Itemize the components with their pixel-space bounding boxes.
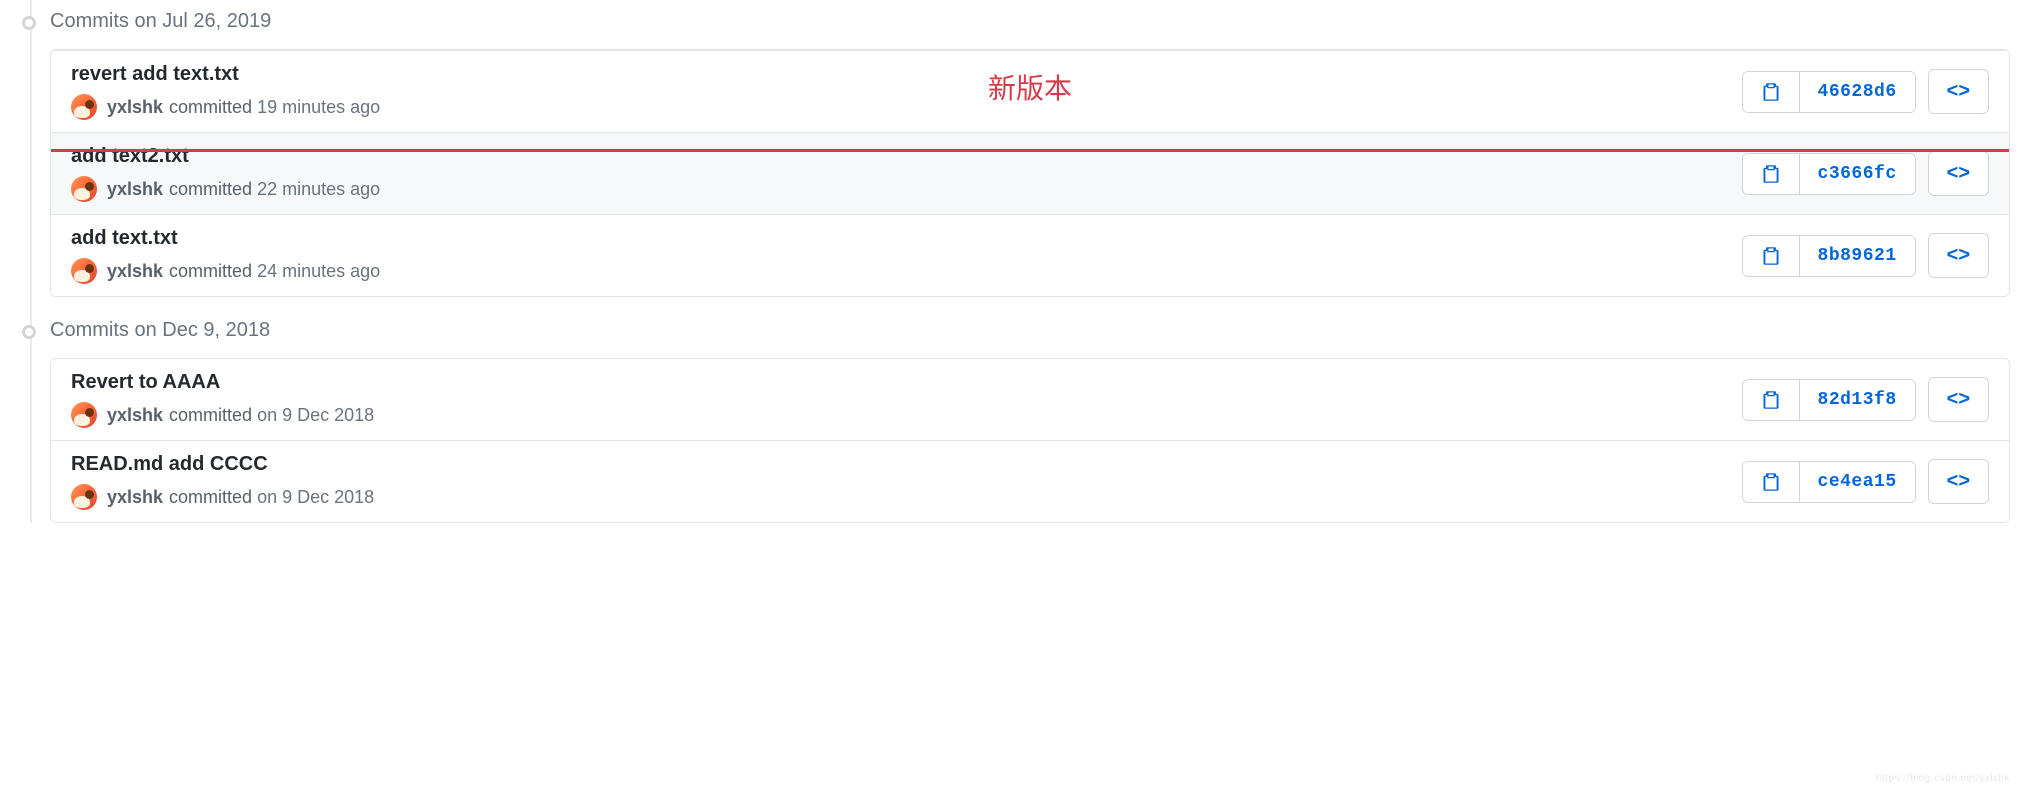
sha-text: c3666fc <box>1818 164 1897 184</box>
commit-item: 新版本 revert add text.txt yxlshk committed… <box>51 50 2009 132</box>
sha-text: 46628d6 <box>1818 82 1897 102</box>
timeline-line <box>30 0 32 523</box>
browse-code-button[interactable]: <> <box>1928 233 1989 278</box>
avatar[interactable] <box>71 402 97 428</box>
commit-item: READ.md add CCCC yxlshk committed on 9 D… <box>51 440 2009 522</box>
copy-sha-button[interactable] <box>1743 236 1799 276</box>
clipboard-icon <box>1761 472 1781 492</box>
commit-time: on 9 Dec 2018 <box>257 487 374 508</box>
commit-info: Revert to AAAA yxlshk committed on 9 Dec… <box>71 371 1742 428</box>
commit-title-link[interactable]: revert add text.txt <box>71 63 1742 86</box>
sha-link[interactable]: ce4ea15 <box>1799 462 1915 502</box>
clipboard-icon <box>1761 246 1781 266</box>
sha-button-group: 8b89621 <box>1742 235 1916 277</box>
timeline-dot-icon <box>22 16 36 30</box>
commit-title-link[interactable]: add text.txt <box>71 227 1742 250</box>
sha-link[interactable]: 82d13f8 <box>1799 380 1915 420</box>
commit-group: Commits on Jul 26, 2019 新版本 revert add t… <box>50 0 2010 297</box>
sha-link[interactable]: 8b89621 <box>1799 236 1915 276</box>
commit-meta: yxlshk committed 19 minutes ago <box>71 94 1742 120</box>
clipboard-icon <box>1761 164 1781 184</box>
commit-author-link[interactable]: yxlshk <box>107 487 163 508</box>
commit-group-date: Commits on Jul 26, 2019 <box>50 10 271 32</box>
commit-list: 新版本 revert add text.txt yxlshk committed… <box>50 49 2010 297</box>
commit-time: 19 minutes ago <box>257 97 380 118</box>
sha-button-group: c3666fc <box>1742 153 1916 195</box>
commit-item: add text.txt yxlshk committed 24 minutes… <box>51 214 2009 296</box>
sha-text: 82d13f8 <box>1818 390 1897 410</box>
commit-time: 22 minutes ago <box>257 179 380 200</box>
sha-text: 8b89621 <box>1818 246 1897 266</box>
commit-actions: 46628d6 <> <box>1742 69 1989 114</box>
copy-sha-button[interactable] <box>1743 462 1799 502</box>
copy-sha-button[interactable] <box>1743 154 1799 194</box>
commit-meta: yxlshk committed on 9 Dec 2018 <box>71 402 1742 428</box>
commit-meta: yxlshk committed 22 minutes ago <box>71 176 1742 202</box>
watermark-text: https://blog.csdn.net/yxlshk <box>1876 773 2010 784</box>
committed-label: committed <box>169 179 252 200</box>
commit-actions: c3666fc <> <box>1742 151 1989 196</box>
sha-text: ce4ea15 <box>1818 472 1897 492</box>
commit-author-link[interactable]: yxlshk <box>107 97 163 118</box>
commit-info: add text2.txt yxlshk committed 22 minute… <box>71 145 1742 202</box>
commit-group: Commits on Dec 9, 2018 Revert to AAAA yx… <box>50 309 2010 523</box>
browse-code-button[interactable]: <> <box>1928 151 1989 196</box>
avatar[interactable] <box>71 258 97 284</box>
commit-title-link[interactable]: Revert to AAAA <box>71 371 1742 394</box>
commit-group-header: Commits on Jul 26, 2019 <box>50 0 2010 49</box>
code-icon: <> <box>1947 244 1970 267</box>
commit-info: READ.md add CCCC yxlshk committed on 9 D… <box>71 453 1742 510</box>
commit-timeline: Commits on Jul 26, 2019 新版本 revert add t… <box>10 0 2010 523</box>
commit-info: revert add text.txt yxlshk committed 19 … <box>71 63 1742 120</box>
commit-item: add text2.txt yxlshk committed 22 minute… <box>51 132 2009 214</box>
browse-code-button[interactable]: <> <box>1928 377 1989 422</box>
commit-group-date: Commits on Dec 9, 2018 <box>50 319 270 341</box>
avatar[interactable] <box>71 94 97 120</box>
committed-label: committed <box>169 261 252 282</box>
sha-button-group: 46628d6 <box>1742 71 1916 113</box>
commit-title-link[interactable]: READ.md add CCCC <box>71 453 1742 476</box>
clipboard-icon <box>1761 82 1781 102</box>
commit-group-header: Commits on Dec 9, 2018 <box>50 309 2010 358</box>
sha-button-group: ce4ea15 <box>1742 461 1916 503</box>
commit-meta: yxlshk committed 24 minutes ago <box>71 258 1742 284</box>
code-icon: <> <box>1947 162 1970 185</box>
commit-meta: yxlshk committed on 9 Dec 2018 <box>71 484 1742 510</box>
commit-author-link[interactable]: yxlshk <box>107 261 163 282</box>
commit-item: Revert to AAAA yxlshk committed on 9 Dec… <box>51 359 2009 440</box>
code-icon: <> <box>1947 388 1970 411</box>
commit-author-link[interactable]: yxlshk <box>107 405 163 426</box>
commit-actions: ce4ea15 <> <box>1742 459 1989 504</box>
code-icon: <> <box>1947 80 1970 103</box>
browse-code-button[interactable]: <> <box>1928 459 1989 504</box>
clipboard-icon <box>1761 390 1781 410</box>
commit-list: Revert to AAAA yxlshk committed on 9 Dec… <box>50 358 2010 523</box>
copy-sha-button[interactable] <box>1743 72 1799 112</box>
sha-button-group: 82d13f8 <box>1742 379 1916 421</box>
code-icon: <> <box>1947 470 1970 493</box>
commit-time: on 9 Dec 2018 <box>257 405 374 426</box>
commit-title-link[interactable]: add text2.txt <box>71 145 1742 168</box>
browse-code-button[interactable]: <> <box>1928 69 1989 114</box>
avatar[interactable] <box>71 176 97 202</box>
committed-label: committed <box>169 97 252 118</box>
copy-sha-button[interactable] <box>1743 380 1799 420</box>
commit-actions: 82d13f8 <> <box>1742 377 1989 422</box>
commit-time: 24 minutes ago <box>257 261 380 282</box>
sha-link[interactable]: 46628d6 <box>1799 72 1915 112</box>
commit-info: add text.txt yxlshk committed 24 minutes… <box>71 227 1742 284</box>
committed-label: committed <box>169 487 252 508</box>
avatar[interactable] <box>71 484 97 510</box>
commit-actions: 8b89621 <> <box>1742 233 1989 278</box>
commit-author-link[interactable]: yxlshk <box>107 179 163 200</box>
timeline-dot-icon <box>22 325 36 339</box>
committed-label: committed <box>169 405 252 426</box>
sha-link[interactable]: c3666fc <box>1799 154 1915 194</box>
